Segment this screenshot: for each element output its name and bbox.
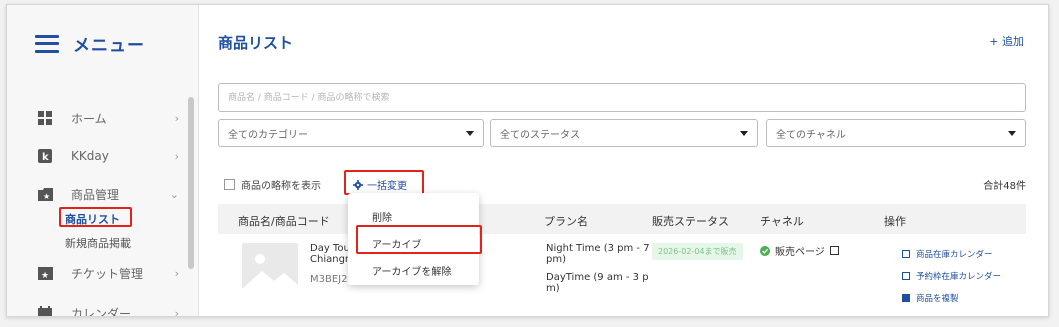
column-actions: 操作 [884,215,906,228]
product-thumbnail [242,243,298,289]
plan2-line2: m) [546,283,560,294]
dropdown-item-delete[interactable]: 削除 [372,209,392,224]
column-sales-status: 販売ステータス [652,215,729,228]
sidebar-item-label: 商品管理 [71,187,120,202]
column-product-name: 商品名/商品コード [238,215,330,228]
svg-text:★: ★ [43,192,50,201]
channel-label: 販売ページ [775,247,825,258]
status-select[interactable]: 全てのステータス [490,119,758,147]
op-label: 予約枠在庫カレンダー [916,272,1002,282]
op-duplicate-product[interactable]: 商品を複製 [902,292,959,304]
main-content: 商品リスト + 追加 全てのカテゴリー 全てのステータス 全てのチャネル 商品の… [200,5,1048,316]
sidebar-scrollbar[interactable] [188,97,194,269]
bulk-change-dropdown: 削除 アーカイブ アーカイブを解除 [348,193,482,285]
kkday-icon: k [37,149,53,163]
search-input[interactable] [218,83,1026,112]
plan1-line2: pm) [546,254,566,265]
check-circle-icon [760,245,770,256]
table-header: 商品名/商品コード プラン名 販売ステータス チャネル 操作 [218,204,1026,234]
product-code: M3BEJ2 [310,274,348,285]
plan1-line1: Night Time (3 pm - 7 [546,243,650,254]
sidebar: メニュー ホーム › k KKday › ★ 商品管理 ⌄ 商品リスト 新規商品 [7,5,199,316]
sidebar-item-label: チケット管理 [71,266,144,281]
chevron-right-icon: › [174,306,179,317]
sidebar-item-calendar[interactable]: カレンダー › [37,303,179,317]
status-badge: 2026-02-04まで販売 [652,243,743,260]
chevron-right-icon: › [174,266,179,280]
menu-title: メニュー [73,36,145,56]
op-product-stock-calendar[interactable]: 商品在庫カレンダー [902,248,993,260]
status-select-value: 全てのステータス [500,129,580,141]
caret-down-icon [466,131,474,136]
category-select[interactable]: 全てのカテゴリー [218,119,484,147]
external-link-icon [902,250,910,258]
op-label: 商品在庫カレンダー [916,250,993,260]
op-label: 商品を複製 [916,294,959,304]
hamburger-icon[interactable] [35,34,59,53]
chevron-right-icon: › [174,111,179,125]
show-abbreviation-toggle[interactable]: 商品の略称を表示 [224,177,321,192]
abbreviation-checkbox[interactable] [224,179,235,190]
app-window: メニュー ホーム › k KKday › ★ 商品管理 ⌄ 商品リスト 新規商品 [6,4,1049,317]
caret-down-icon [740,131,748,136]
calendar-icon [37,306,53,316]
channel-link[interactable]: 販売ページ [760,243,839,258]
ticket-star-icon: ★ [37,266,53,280]
abbreviation-label: 商品の略称を表示 [241,181,321,192]
sidebar-item-product-management[interactable]: ★ 商品管理 ⌄ [37,184,179,204]
highlight-product-list [59,207,132,227]
highlight-bulk-change [344,170,424,195]
home-grid-icon [37,111,53,125]
sidebar-subitem-new-product[interactable]: 新規商品掲載 [65,235,131,251]
external-link-icon [829,246,839,255]
sidebar-item-home[interactable]: ホーム › [37,108,179,128]
sidebar-item-label: カレンダー [71,306,132,317]
channel-select-value: 全てのチャネル [776,129,846,141]
channel-select[interactable]: 全てのチャネル [766,119,1026,147]
total-count: 合計48件 [983,181,1026,192]
sidebar-item-kkday[interactable]: k KKday › [37,146,179,166]
column-channel: チャネル [760,215,804,228]
caret-down-icon [1008,131,1016,136]
dropdown-item-unarchive[interactable]: アーカイブを解除 [372,263,451,278]
chevron-right-icon: › [174,149,179,163]
plan2-line1: DayTime (9 am - 3 p [546,272,649,283]
sidebar-item-label: ホーム [71,111,107,126]
copy-icon [902,294,910,302]
svg-text:★: ★ [41,271,49,280]
category-select-value: 全てのカテゴリー [228,129,308,141]
sidebar-item-label: KKday [71,149,109,163]
highlight-archive [356,225,482,254]
external-link-icon [902,272,910,280]
op-slot-stock-calendar[interactable]: 予約枠在庫カレンダー [902,270,1001,282]
add-button[interactable]: + 追加 [989,33,1024,49]
chevron-down-icon: ⌄ [169,187,179,201]
page-title: 商品リスト [218,34,294,52]
column-plan-name: プラン名 [544,215,588,228]
svg-text:k: k [42,152,49,163]
product-star-icon: ★ [37,187,53,201]
menu-header[interactable]: メニュー [35,31,145,56]
sidebar-item-ticket-management[interactable]: ★ チケット管理 › [37,263,179,283]
